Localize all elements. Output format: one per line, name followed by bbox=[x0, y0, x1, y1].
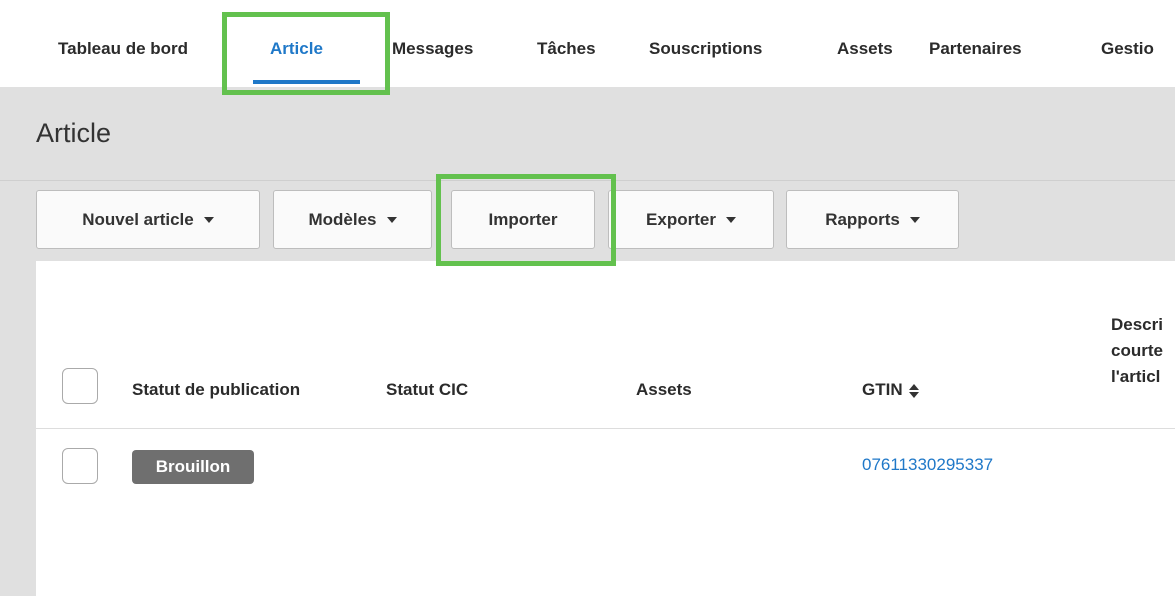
sort-icon[interactable] bbox=[908, 383, 919, 398]
column-header-cic-status[interactable]: Statut CIC bbox=[386, 380, 468, 404]
caret-down-icon bbox=[725, 216, 736, 223]
column-header-gtin[interactable]: GTIN bbox=[862, 380, 919, 404]
row-checkbox[interactable] bbox=[62, 448, 98, 484]
column-header-publication-status[interactable]: Statut de publication bbox=[132, 380, 300, 404]
nav-tab-article[interactable]: Article bbox=[270, 34, 323, 64]
caret-down-icon bbox=[203, 216, 214, 223]
page-title: Article bbox=[36, 118, 112, 148]
column-header-assets[interactable]: Assets bbox=[636, 380, 692, 404]
description-header-line: l'articl bbox=[1111, 367, 1161, 386]
templates-button[interactable]: Modèles bbox=[273, 190, 432, 249]
active-tab-indicator bbox=[253, 80, 360, 84]
reports-button[interactable]: Rapports bbox=[786, 190, 959, 249]
import-label: Importer bbox=[488, 209, 558, 229]
page: Tableau de bord Article Messages Tâches … bbox=[0, 0, 1175, 596]
header-row-divider bbox=[36, 428, 1175, 429]
top-navigation: Tableau de bord Article Messages Tâches … bbox=[0, 0, 1175, 87]
nav-tab-souscriptions[interactable]: Souscriptions bbox=[649, 34, 762, 64]
status-badge: Brouillon bbox=[132, 450, 254, 484]
nav-tab-taches[interactable]: Tâches bbox=[537, 34, 596, 64]
gtin-header-label: GTIN bbox=[862, 380, 903, 399]
nav-tab-assets[interactable]: Assets bbox=[837, 34, 893, 64]
caret-down-icon bbox=[909, 216, 920, 223]
new-article-label: Nouvel article bbox=[82, 209, 194, 229]
caret-down-icon bbox=[386, 216, 397, 223]
nav-tab-messages[interactable]: Messages bbox=[392, 34, 473, 64]
import-button[interactable]: Importer bbox=[451, 190, 595, 249]
description-header-line: courte bbox=[1111, 341, 1163, 360]
select-all-checkbox[interactable] bbox=[62, 368, 98, 404]
nav-tab-tableau-de-bord[interactable]: Tableau de bord bbox=[58, 34, 188, 64]
gtin-link[interactable]: 07611330295337 bbox=[862, 455, 993, 475]
left-gutter bbox=[0, 261, 36, 596]
export-label: Exporter bbox=[646, 209, 716, 229]
nav-tab-partenaires[interactable]: Partenaires bbox=[929, 34, 1022, 64]
templates-label: Modèles bbox=[308, 209, 377, 229]
column-header-description[interactable]: Descri courte l'articl bbox=[1111, 312, 1175, 390]
reports-label: Rapports bbox=[825, 209, 900, 229]
description-header-line: Descri bbox=[1111, 315, 1163, 334]
header-divider bbox=[0, 180, 1175, 181]
new-article-button[interactable]: Nouvel article bbox=[36, 190, 260, 249]
nav-tab-gestion[interactable]: Gestio bbox=[1101, 34, 1154, 64]
export-button[interactable]: Exporter bbox=[608, 190, 774, 249]
